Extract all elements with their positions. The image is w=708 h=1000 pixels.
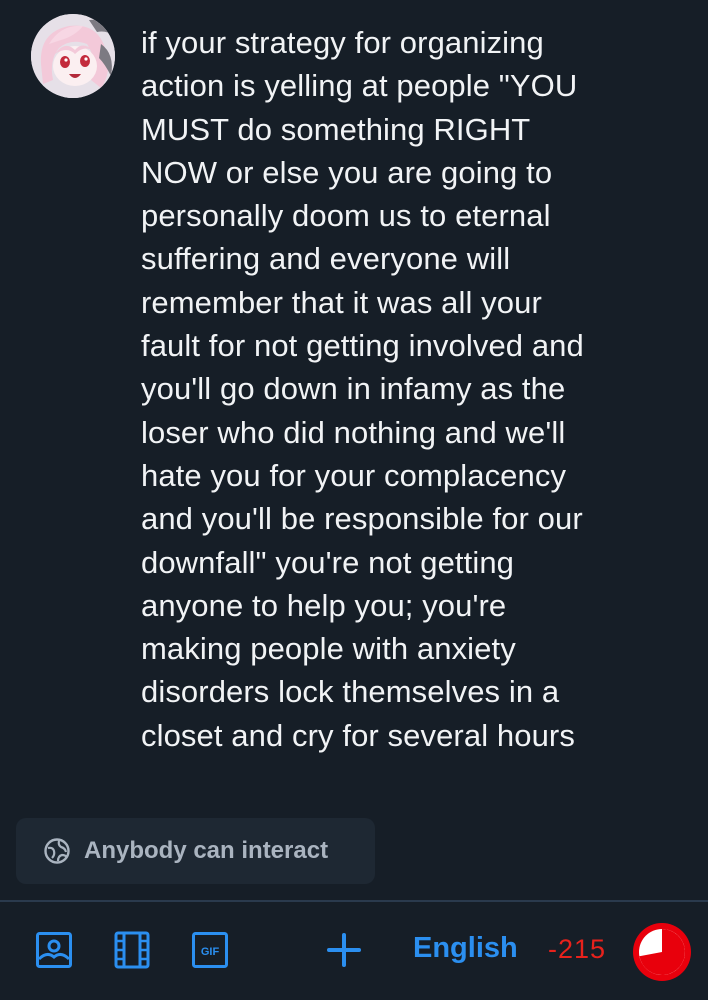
character-counter: -215 xyxy=(548,934,607,964)
avatar xyxy=(31,14,115,98)
character-limit-indicator xyxy=(633,923,691,981)
language-selector[interactable]: English xyxy=(413,932,518,965)
post-text[interactable]: if your strategy for organizing action i… xyxy=(141,21,681,757)
interaction-settings-button[interactable]: Anybody can interact xyxy=(16,818,375,884)
interaction-label: Anybody can interact xyxy=(84,837,329,864)
post-composer[interactable]: if your strategy for organizing action i… xyxy=(0,0,708,900)
gif-text: GIF xyxy=(201,946,220,958)
globe-icon xyxy=(42,836,72,866)
add-gif-button[interactable]: GIF xyxy=(190,930,230,970)
composer-toolbar: GIF English -215 xyxy=(0,902,708,1000)
image-icon xyxy=(36,932,72,968)
gif-icon: GIF xyxy=(192,932,228,968)
add-image-button[interactable] xyxy=(34,930,74,970)
add-more-button[interactable] xyxy=(324,930,364,970)
avatar-image xyxy=(31,14,115,98)
plus-icon xyxy=(327,933,361,967)
add-video-button[interactable] xyxy=(112,930,152,970)
film-icon xyxy=(114,931,150,969)
